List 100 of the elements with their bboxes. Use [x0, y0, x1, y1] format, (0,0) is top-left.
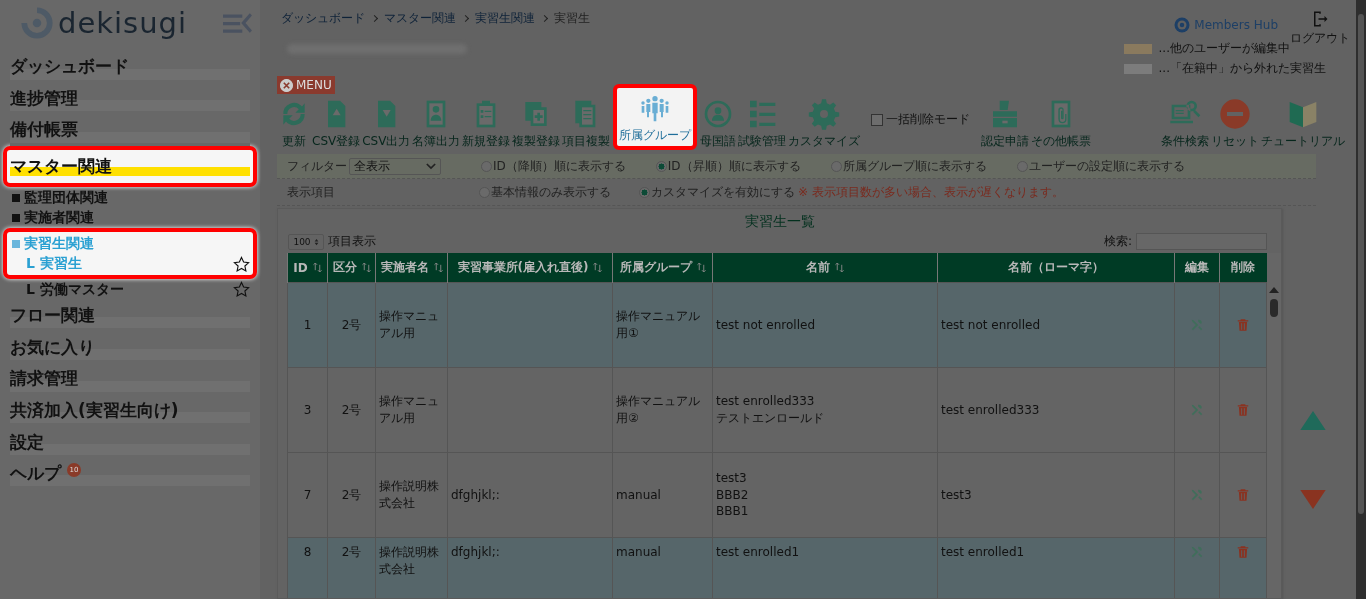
breadcrumb-link[interactable]: ダッシュボード — [281, 10, 365, 27]
radio-label: 所属グループ順に表示する — [842, 157, 987, 175]
brand-logo-icon — [1173, 16, 1192, 34]
toolbar-button[interactable]: その他帳票 — [1030, 98, 1093, 150]
brand-name: Members Hub — [1194, 18, 1278, 32]
logo-icon — [20, 5, 54, 40]
sidebar-item[interactable]: 実習生関連 — [24, 234, 94, 253]
page-scrollbar[interactable] — [1356, 0, 1366, 599]
page-size-label: 項目表示 — [328, 233, 376, 250]
table-cell: test enrolled333 — [941, 402, 1040, 417]
toolbar-button[interactable]: チュートリアル — [1260, 98, 1346, 150]
radio-button[interactable] — [655, 160, 667, 172]
legend-label: ...他のユーザーが編集中 — [1158, 40, 1290, 57]
scroll-up-icon[interactable] — [1300, 411, 1326, 430]
toolbar-button[interactable]: 試験管理 — [737, 98, 788, 150]
column-header[interactable]: 名前 — [712, 253, 938, 283]
trash-icon[interactable] — [1236, 488, 1250, 503]
sort-icon[interactable] — [433, 263, 443, 272]
filter-label: フィルター — [286, 157, 348, 175]
radio-label: ID（降順）順に表示する — [493, 157, 626, 175]
toolbar-button[interactable]: 新規登録 — [461, 98, 512, 150]
column-header[interactable]: 名前（ローマ字） — [937, 253, 1175, 283]
trash-icon[interactable] — [1236, 318, 1250, 333]
table-cell: 操作説明株式会社 — [379, 479, 439, 510]
checkbox-label: 一括削除モード — [886, 111, 971, 128]
breadcrumb-link[interactable]: 実習生 — [554, 10, 590, 27]
checkbox[interactable] — [871, 113, 884, 126]
toolbar-button[interactable]: 項目複製 — [561, 98, 612, 150]
table-cell: 3 — [303, 402, 312, 417]
table-cell: dfghjkl;: — [451, 545, 500, 559]
logo-text: dekisugi — [58, 5, 188, 40]
sidebar-item[interactable]: L 実習生 — [26, 255, 82, 274]
table-cell: 8 — [303, 545, 312, 559]
sidebar-item[interactable]: ヘルプ — [10, 462, 61, 486]
table-title: 実習生一覧 — [743, 213, 816, 231]
scroll-down-icon[interactable] — [1300, 490, 1326, 509]
breadcrumb-link[interactable]: マスター関連 — [384, 10, 456, 27]
radio-label: ユーザーの設定順に表示する — [1028, 157, 1185, 175]
column-header[interactable]: 実施者名 — [375, 253, 448, 283]
toolbar-button[interactable]: 所属グループ — [613, 84, 698, 150]
sort-icon[interactable] — [361, 263, 371, 272]
column-header[interactable]: 区分 — [327, 253, 376, 283]
sort-icon[interactable] — [696, 263, 706, 272]
radio-button[interactable] — [639, 186, 650, 198]
toolbar-button[interactable]: CSV登録 — [311, 98, 362, 150]
table-cell: 1 — [303, 317, 312, 332]
toolbar-button[interactable]: 更新 — [277, 98, 311, 150]
table-scrollbar[interactable] — [1267, 253, 1281, 598]
logout-button[interactable]: ログアウト — [1290, 10, 1350, 47]
sidebar-item[interactable]: L 労働マスター — [26, 280, 124, 299]
table-cell: 操作説明株式会社 — [379, 545, 439, 576]
column-header[interactable]: 実習事業所(雇入れ直後) — [447, 253, 613, 283]
toolbar-button[interactable]: 母国語 — [699, 98, 738, 150]
column-header[interactable]: 編集 — [1174, 253, 1220, 283]
star-icon[interactable] — [233, 255, 250, 273]
sort-icon[interactable] — [593, 263, 603, 272]
toolbar-button[interactable]: 認定申請 — [980, 98, 1031, 150]
menu-button[interactable]: MENU — [277, 76, 335, 94]
gear-icon[interactable] — [808, 98, 841, 130]
breadcrumb-link[interactable]: 実習生関連 — [475, 10, 535, 27]
toolbar-button[interactable]: 名簿出力 — [411, 98, 462, 150]
sidebar-item[interactable]: 設定 — [10, 430, 44, 454]
table-cell: manual — [616, 545, 661, 559]
sort-icon[interactable] — [312, 263, 322, 272]
logout-icon[interactable] — [1311, 10, 1329, 28]
table-cell: 操作マニュアル用① — [616, 309, 700, 340]
toolbar-button[interactable]: CSV出力 — [361, 98, 412, 150]
star-icon[interactable] — [233, 281, 250, 299]
table-cell: test enrolled1 — [716, 545, 800, 559]
column-header[interactable]: 削除 — [1219, 253, 1267, 283]
search-label: 検索: — [1103, 233, 1132, 250]
sort-icon[interactable] — [835, 263, 844, 272]
toolbar-button[interactable]: カスタマイズ — [787, 98, 862, 150]
toolbar-button[interactable]: 複製登録 — [511, 98, 562, 150]
sidebar-item[interactable]: 監理団体関連 — [24, 188, 108, 207]
radio-label: 基本情報のみ表示する — [491, 183, 611, 201]
table-cell: test not enrolled — [716, 317, 815, 332]
table-cell: 7 — [303, 487, 312, 502]
table-cell: test enrolled333 テストエンロールド — [716, 394, 824, 425]
toolbar-button[interactable]: 条件検索 — [1160, 98, 1210, 150]
page-size-select[interactable]: 100 — [288, 233, 324, 250]
table-cell: test3 — [941, 487, 972, 502]
spinner-arrows-icon[interactable] — [313, 237, 319, 246]
column-header[interactable]: ID — [287, 253, 328, 283]
close-circle-icon[interactable] — [280, 78, 293, 92]
toolbar-button[interactable]: リセット — [1210, 98, 1260, 150]
sidebar-item[interactable]: 実施者関連 — [24, 209, 94, 228]
column-header[interactable]: 所属グループ — [612, 253, 713, 283]
legend-label: ...「在籍中」から外れた実習生 — [1158, 60, 1326, 77]
filter-select[interactable]: 全表示 — [349, 157, 441, 175]
trash-icon[interactable] — [1236, 403, 1250, 418]
table-cell: test enrolled1 — [941, 545, 1025, 559]
chevron-down-icon[interactable] — [426, 162, 436, 170]
table-cell: 操作マニュアル用 — [379, 309, 439, 340]
table-cell: 2号 — [341, 402, 362, 417]
table-cell: dfghjkl;: — [451, 487, 500, 502]
table-cell: 2号 — [341, 545, 362, 559]
table-cell: 2号 — [341, 317, 362, 332]
collapse-menu-icon[interactable] — [223, 11, 254, 34]
trash-icon[interactable] — [1236, 544, 1250, 559]
